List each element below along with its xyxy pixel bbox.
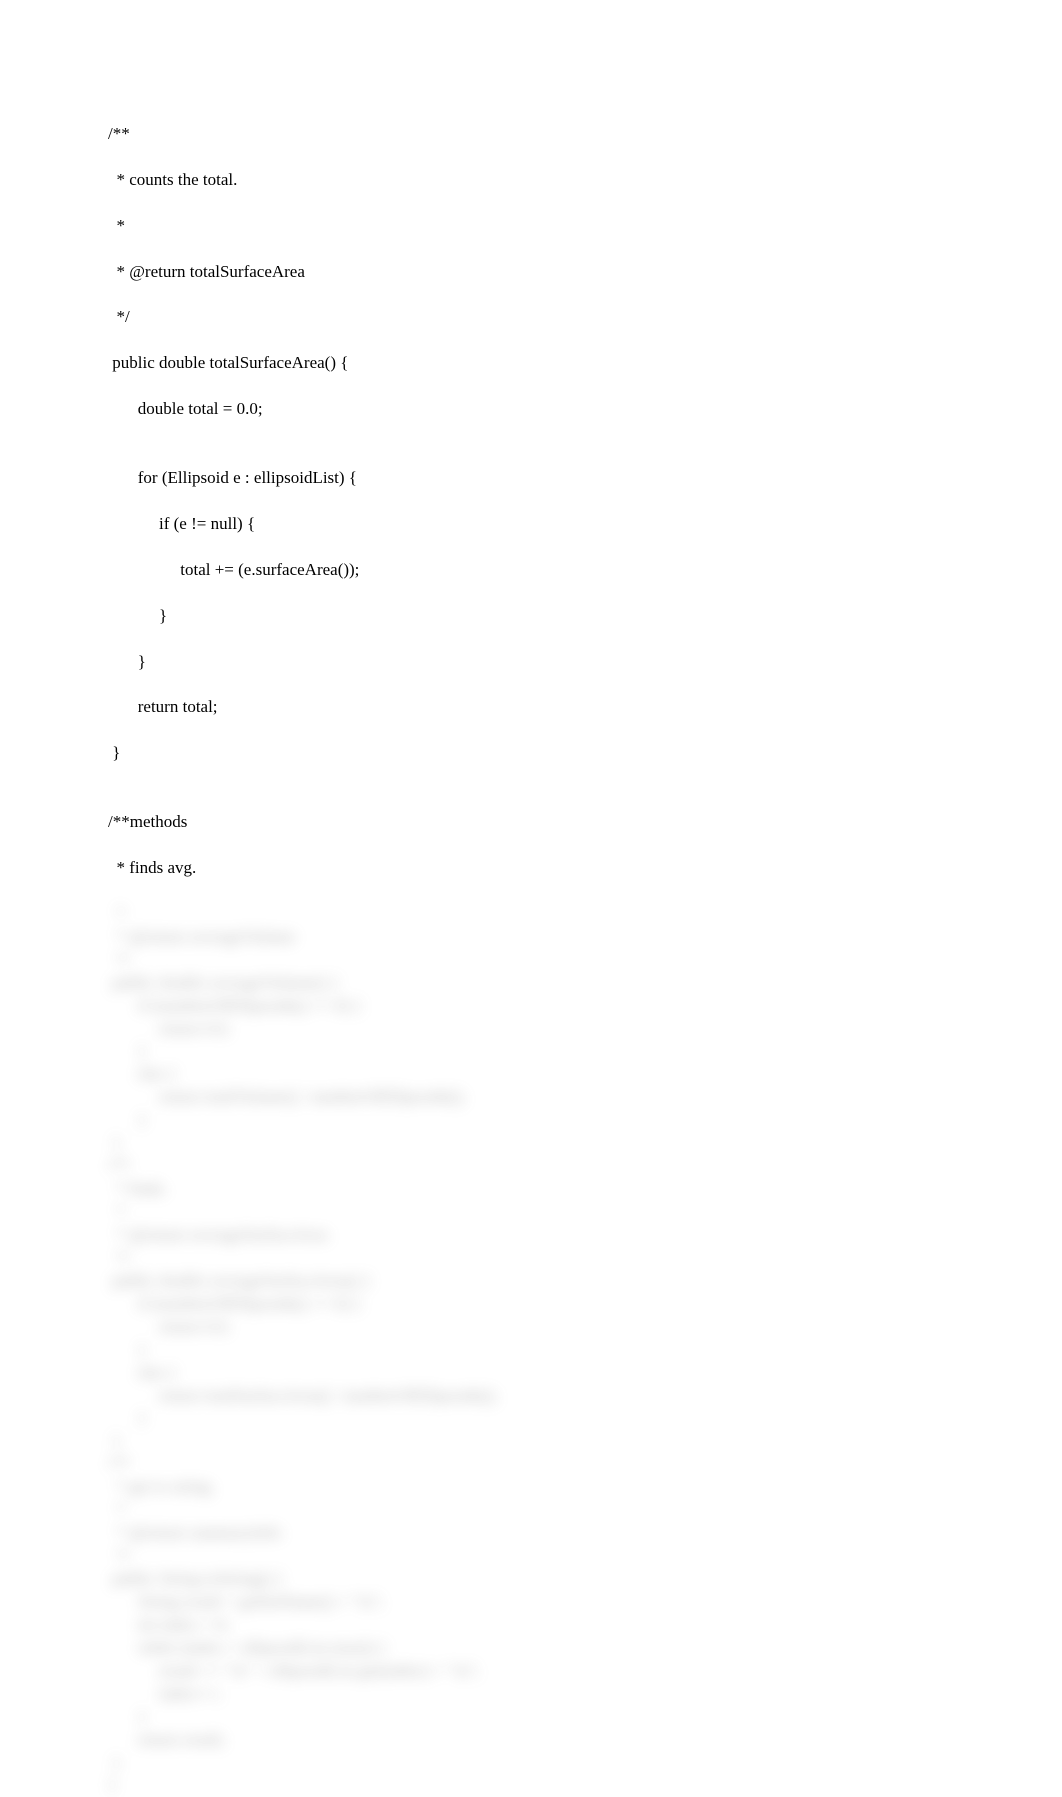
blurred-line: } [108, 1430, 1062, 1453]
blurred-line: if (numberOfEllipsoids() == 0) { [108, 995, 1062, 1018]
blurred-line: */ [108, 949, 1062, 972]
blurred-line: return result; [108, 1729, 1062, 1752]
blurred-line: return totalVolume() / numberOfEllipsoid… [108, 1086, 1062, 1109]
blurred-line: public double averageSurfaceArea() { [108, 1270, 1062, 1293]
blurred-line: return 0.0; [108, 1316, 1062, 1339]
blurred-code-block: * * @return averageVolume */ public doub… [108, 903, 1062, 1797]
blurred-line: */ [108, 1247, 1062, 1270]
code-line: double total = 0.0; [108, 398, 1062, 421]
code-line: * counts the total. [108, 169, 1062, 192]
blurred-line: } [108, 1774, 1062, 1797]
blurred-line: } [108, 1132, 1062, 1155]
code-line: * [108, 215, 1062, 238]
blurred-line: * [108, 1499, 1062, 1522]
blurred-line: /** [108, 1155, 1062, 1178]
blurred-line: * @return summaryInfo [108, 1522, 1062, 1545]
code-line: } [108, 742, 1062, 765]
blurred-line: } [108, 1040, 1062, 1063]
code-line: */ [108, 306, 1062, 329]
blurred-line: else { [108, 1362, 1062, 1385]
blurred-line: return totalSurfaceArea() / numberOfElli… [108, 1385, 1062, 1408]
blurred-line: } [108, 1339, 1062, 1362]
blurred-line: else { [108, 1063, 1062, 1086]
blurred-line: } [108, 1706, 1062, 1729]
blurred-line: String result = getlistName() + "\n"; [108, 1591, 1062, 1614]
blurred-line: * [108, 1201, 1062, 1224]
code-line: public double totalSurfaceArea() { [108, 352, 1062, 375]
code-line: for (Ellipsoid e : ellipsoidList) { [108, 467, 1062, 490]
code-line: } [108, 651, 1062, 674]
blurred-line: * @return averageSurfaceArea [108, 1224, 1062, 1247]
blurred-line: if (numberOfEllipsoids() == 0) { [108, 1293, 1062, 1316]
blurred-line: /** [108, 1453, 1062, 1476]
code-line: /**methods [108, 811, 1062, 834]
code-line: } [108, 605, 1062, 628]
blurred-line: index++; [108, 1683, 1062, 1706]
blurred-line: public String toString() { [108, 1568, 1062, 1591]
blurred-line: * @return averageVolume [108, 926, 1062, 949]
blurred-line: int index = 0; [108, 1614, 1062, 1637]
code-line: * finds avg. [108, 857, 1062, 880]
code-line: return total; [108, 696, 1062, 719]
blurred-line: while (index < ellipsoidList.size()) { [108, 1637, 1062, 1660]
blurred-line: public double averageVolume() { [108, 972, 1062, 995]
blurred-line: } [108, 1407, 1062, 1430]
blurred-line: * [108, 903, 1062, 926]
blurred-line: */ [108, 1545, 1062, 1568]
blurred-line: result += "\n" + ellipsoidList.get(index… [108, 1660, 1062, 1683]
code-line: if (e != null) { [108, 513, 1062, 536]
code-block: /** * counts the total. * * @return tota… [108, 100, 1062, 903]
blurred-line: } [108, 1109, 1062, 1132]
blurred-line: return 0.0; [108, 1018, 1062, 1041]
code-line: total += (e.surfaceArea()); [108, 559, 1062, 582]
code-line: /** [108, 123, 1062, 146]
code-line: * @return totalSurfaceArea [108, 261, 1062, 284]
blurred-line: * get to string. [108, 1476, 1062, 1499]
blurred-line: * finds. [108, 1178, 1062, 1201]
blurred-line: } [108, 1752, 1062, 1775]
